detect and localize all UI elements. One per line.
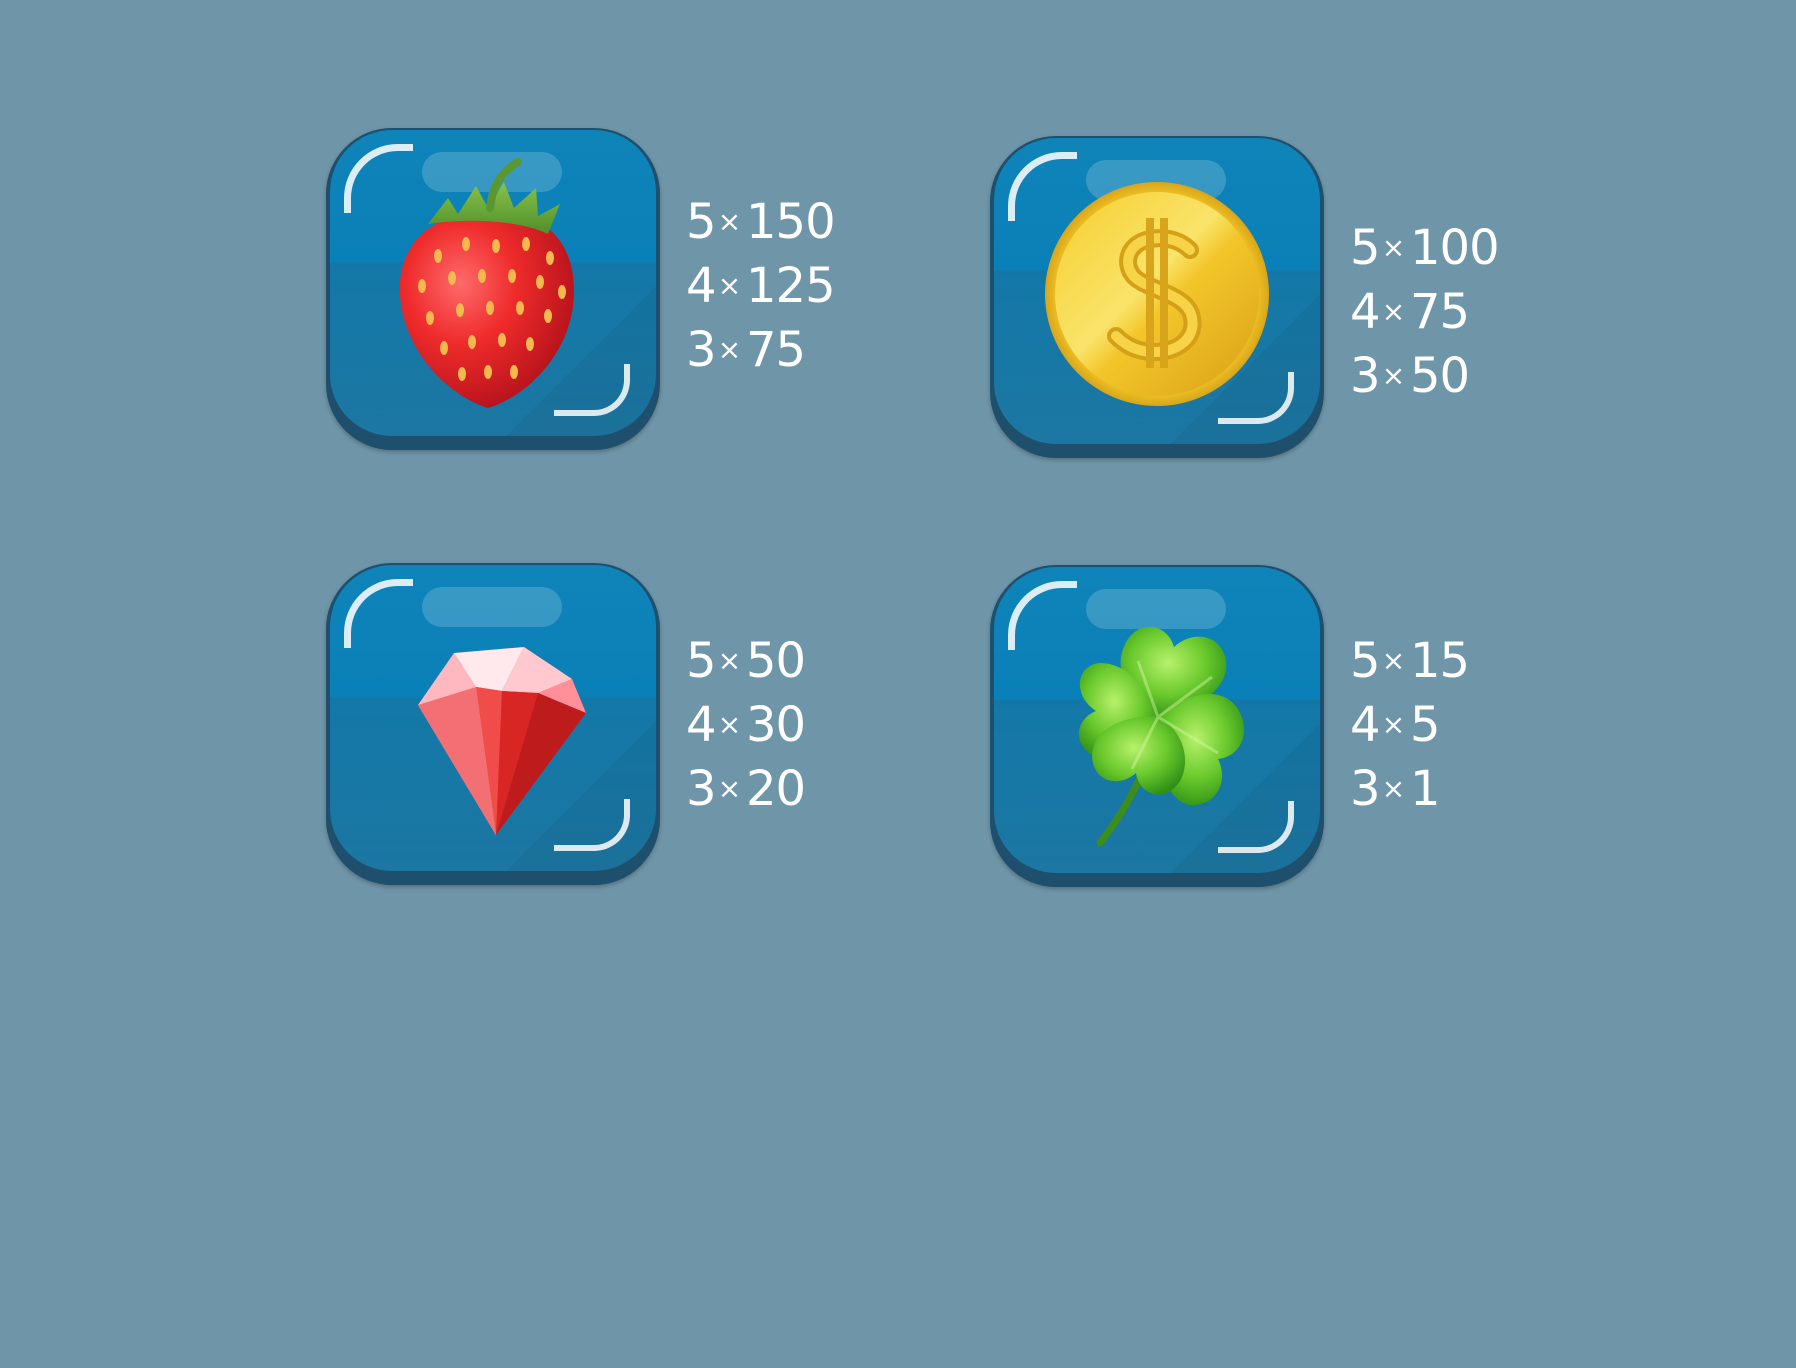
match-count: 5: [686, 633, 717, 689]
match-count: 4: [1350, 284, 1381, 340]
match-count: 3: [686, 322, 717, 378]
symbol-gold-coin: 5 × 100 4 × 75 3 × 50: [990, 136, 1670, 466]
match-count: 5: [1350, 633, 1381, 689]
multiply-sign: ×: [717, 644, 741, 677]
match-count: 4: [686, 258, 717, 314]
multiply-sign: ×: [717, 333, 741, 366]
multiply-sign: ×: [1381, 708, 1405, 741]
payout-list: 5 × 150 4 × 125 3 × 75: [686, 190, 836, 382]
payout-value: 30: [746, 697, 806, 753]
payout-value: 50: [1410, 348, 1470, 404]
payout-row: 3 × 50: [1350, 344, 1499, 408]
payout-row: 3 × 20: [686, 757, 806, 821]
ruby-gem-icon: [418, 647, 586, 835]
four-leaf-clover-icon: [1078, 626, 1245, 847]
multiply-sign: ×: [717, 205, 741, 238]
paytable-screen: { "symbols": [ { "icon": "strawberry-ico…: [0, 0, 1796, 1368]
match-count: 4: [1350, 697, 1381, 753]
match-count: 5: [686, 194, 717, 250]
match-count: 3: [1350, 348, 1381, 404]
match-count: 3: [686, 761, 717, 817]
multiply-sign: ×: [1381, 231, 1405, 264]
payout-row: 4 × 75: [1350, 280, 1499, 344]
symbol-four-leaf-clover: 5 × 15 4 × 5 3 × 1: [990, 565, 1670, 895]
symbol-ruby-gem: 5 × 50 4 × 30 3 × 20: [326, 563, 1006, 893]
match-count: 5: [1350, 220, 1381, 276]
payout-value: 150: [746, 194, 836, 250]
payout-row: 5 × 100: [1350, 216, 1500, 280]
multiply-sign: ×: [1381, 359, 1405, 392]
payout-value: 75: [746, 322, 806, 378]
symbol-strawberry: 5 × 150 4 × 125 3 × 75: [326, 128, 1006, 458]
payout-list: 5 × 100 4 × 75 3 × 50: [1350, 216, 1500, 408]
multiply-sign: ×: [1381, 644, 1405, 677]
match-count: 4: [686, 697, 717, 753]
payout-row: 5 × 15: [1350, 629, 1470, 693]
payout-list: 5 × 50 4 × 30 3 × 20: [686, 629, 806, 821]
payout-value: 1: [1410, 761, 1441, 817]
payout-row: 3 × 75: [686, 318, 835, 382]
payout-value: 125: [746, 258, 836, 314]
payout-value: 5: [1410, 697, 1441, 753]
multiply-sign: ×: [717, 772, 741, 805]
payout-list: 5 × 15 4 × 5 3 × 1: [1350, 629, 1470, 821]
payout-value: 100: [1410, 220, 1500, 276]
payout-row: 4 × 30: [686, 693, 806, 757]
payout-row: 3 × 1: [1350, 757, 1469, 821]
payout-value: 50: [746, 633, 806, 689]
payout-value: 20: [746, 761, 806, 817]
multiply-sign: ×: [717, 708, 741, 741]
multiply-sign: ×: [1381, 295, 1405, 328]
payout-value: 15: [1410, 633, 1470, 689]
multiply-sign: ×: [1381, 772, 1405, 805]
payout-value: 75: [1410, 284, 1470, 340]
strawberry-icon: [399, 158, 574, 408]
match-count: 3: [1350, 761, 1381, 817]
payout-row: 5 × 150: [686, 190, 836, 254]
payout-row: 4 × 5: [1350, 693, 1469, 757]
gold-coin-icon: [1045, 182, 1269, 406]
payout-row: 5 × 50: [686, 629, 806, 693]
multiply-sign: ×: [717, 269, 741, 302]
payout-row: 4 × 125: [686, 254, 836, 318]
